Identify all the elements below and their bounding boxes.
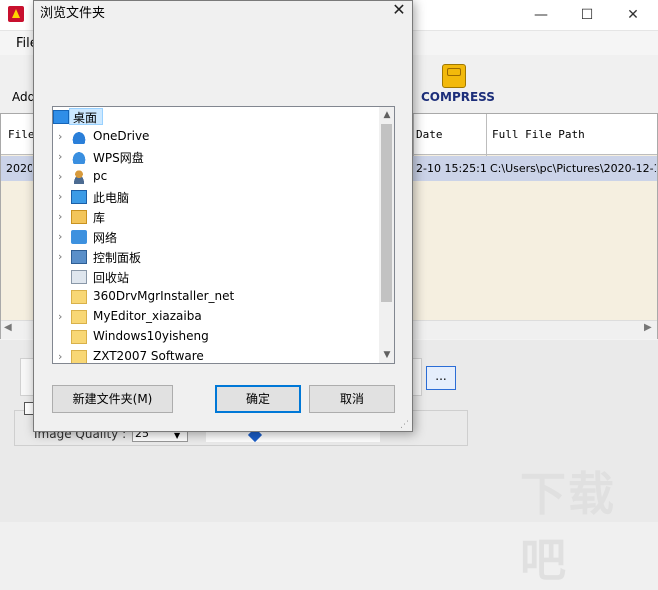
chevron-right-icon[interactable]: › <box>58 170 62 183</box>
tree-item-label: 库 <box>93 211 106 225</box>
cloud-icon <box>71 130 87 144</box>
chevron-right-icon[interactable]: › <box>58 150 62 163</box>
tree-item-network[interactable]: › 网络 <box>53 227 379 247</box>
close-button[interactable]: ✕ <box>610 0 656 30</box>
resize-grip-icon[interactable]: ⋰ <box>400 420 409 430</box>
folder-icon <box>71 290 87 304</box>
library-icon <box>71 210 87 224</box>
cloud-icon <box>71 150 87 164</box>
chevron-right-icon[interactable]: › <box>58 230 62 243</box>
app-logo-icon <box>8 6 24 22</box>
tree-item-label: 此电脑 <box>93 191 130 205</box>
desktop-icon <box>53 110 69 124</box>
tree-item-folder[interactable]: › MyEditor_xiazaiba <box>53 307 379 327</box>
tree-item-label: ZXT2007 Software <box>93 349 204 363</box>
folder-icon <box>71 330 87 344</box>
column-header-full-path[interactable]: Full File Path <box>492 128 585 141</box>
chevron-right-icon[interactable]: › <box>58 190 62 203</box>
control-panel-icon <box>71 250 87 264</box>
scroll-down-icon[interactable]: ▼ <box>380 348 394 362</box>
watermark: 下载吧 <box>520 467 616 587</box>
network-icon <box>71 230 87 244</box>
chevron-down-icon[interactable]: ▼ <box>174 431 180 440</box>
maximize-button[interactable]: ☐ <box>564 0 610 30</box>
chevron-right-icon[interactable]: › <box>58 250 62 263</box>
tree-item-label: pc <box>93 169 108 183</box>
ok-button[interactable]: 确定 <box>215 385 301 413</box>
recycle-bin-icon <box>71 270 87 284</box>
cell-full-path: C:\Users\pc\Pictures\2020-12-10_ <box>490 162 656 175</box>
add-button[interactable]: Add <box>12 90 35 104</box>
tree-item-control-panel[interactable]: › 控制面板 <box>53 247 379 267</box>
tree-item-label: 360DrvMgrInstaller_net <box>93 289 235 303</box>
tree-item-libraries[interactable]: › 库 <box>53 207 379 227</box>
cell-date: 2-10 15:25:13 <box>416 162 486 175</box>
scrollbar-thumb[interactable] <box>381 124 392 302</box>
tree-item-label: 网络 <box>93 231 118 245</box>
tree-item-wps-cloud[interactable]: › WPS网盘 <box>53 147 379 167</box>
folder-icon <box>71 310 87 324</box>
tree-item-recycle-bin[interactable]: 回收站 <box>53 267 379 287</box>
tree-item-label: WPS网盘 <box>93 151 144 165</box>
computer-icon <box>71 190 87 204</box>
tree-item-label: 回收站 <box>93 271 130 285</box>
new-folder-button[interactable]: 新建文件夹(M) <box>52 385 173 413</box>
tree-item-onedrive[interactable]: › OneDrive <box>53 127 379 147</box>
column-header-date[interactable]: Date <box>416 128 443 141</box>
tree-item-label: 控制面板 <box>93 251 142 265</box>
column-header-file[interactable]: File <box>8 128 35 141</box>
minimize-button[interactable]: — <box>518 0 564 30</box>
folder-icon <box>71 350 87 363</box>
chevron-right-icon[interactable]: › <box>58 210 62 223</box>
dialog-title: 浏览文件夹 <box>40 6 106 21</box>
scroll-left-icon[interactable]: ◀ <box>4 322 12 333</box>
scroll-up-icon[interactable]: ▲ <box>380 108 394 122</box>
tree-item-this-pc[interactable]: › 此电脑 <box>53 187 379 207</box>
chevron-right-icon[interactable]: › <box>58 130 62 143</box>
compress-icon[interactable] <box>442 64 466 88</box>
scroll-right-icon[interactable]: ▶ <box>644 322 652 333</box>
tree-item-user[interactable]: › pc <box>53 167 379 187</box>
chevron-right-icon[interactable]: › <box>58 310 62 323</box>
tree-item-label: OneDrive <box>93 129 150 143</box>
tree-item-label: MyEditor_xiazaiba <box>93 309 202 323</box>
tree-item-label: 桌面 <box>73 111 98 125</box>
quality-slider[interactable] <box>206 432 380 442</box>
dialog-close-button[interactable]: ✕ <box>386 0 412 20</box>
cell-file: 2020- <box>6 162 32 175</box>
tree-item-label: Windows10yisheng <box>93 329 209 343</box>
tree-item-folder[interactable]: Windows10yisheng <box>53 327 379 347</box>
compress-button[interactable]: COMPRESS <box>421 90 495 104</box>
tree-item-desktop[interactable]: 桌面 <box>53 107 379 127</box>
chevron-right-icon[interactable]: › <box>58 350 62 363</box>
tree-item-folder[interactable]: 360DrvMgrInstaller_net <box>53 287 379 307</box>
browse-button[interactable]: ... <box>426 366 456 390</box>
tree-item-folder[interactable]: › ZXT2007 Software <box>53 347 379 363</box>
cancel-button[interactable]: 取消 <box>309 385 395 413</box>
user-icon <box>71 170 87 184</box>
